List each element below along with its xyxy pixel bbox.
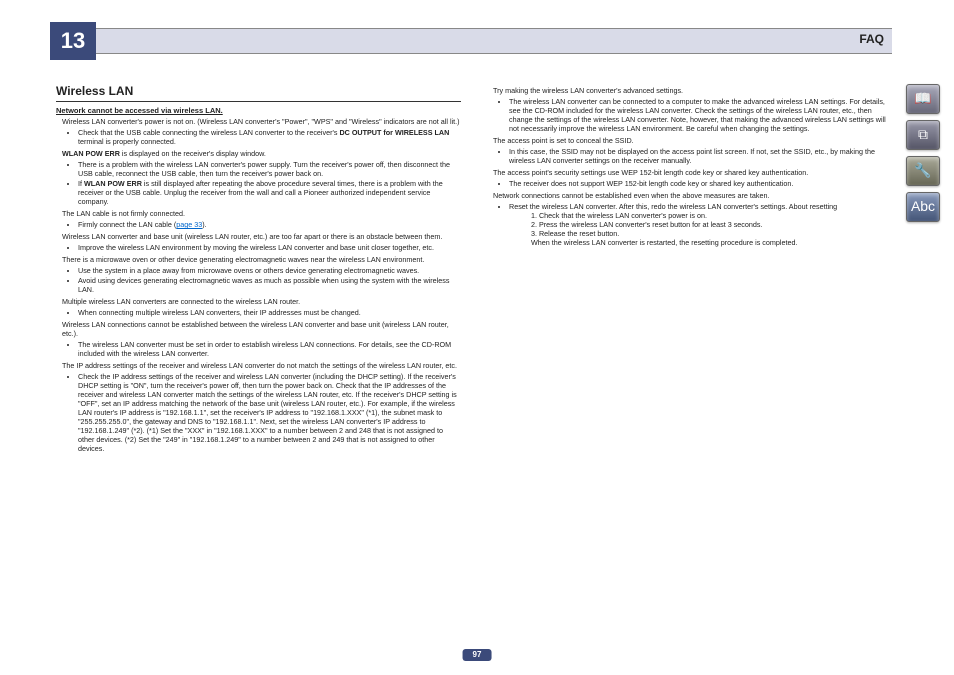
bullet: In this case, the SSID may not be displa… [509,147,892,165]
bullet: Avoid using devices generating electroma… [78,276,461,294]
faq-topic: Network cannot be accessed via wireless … [56,106,461,115]
para: Wireless LAN connections cannot be estab… [62,320,461,338]
bullet: The wireless LAN converter must be set i… [78,340,461,358]
device-icon[interactable]: ⧉ [906,120,940,150]
content: Wireless LAN Network cannot be accessed … [56,84,892,456]
step: 1. Check that the wireless LAN converter… [531,211,892,220]
step: When the wireless LAN converter is resta… [531,238,892,247]
bullet: The receiver does not support WEP 152-bi… [509,179,892,188]
bullet: Reset the wireless LAN converter. After … [509,202,892,247]
bullet: Improve the wireless LAN environment by … [78,243,461,252]
para: Multiple wireless LAN converters are con… [62,297,461,306]
wrench-icon[interactable]: 🔧 [906,156,940,186]
step: 2. Press the wireless LAN converter's re… [531,220,892,229]
para: WLAN POW ERR is displayed on the receive… [62,149,461,158]
bullet: When connecting multiple wireless LAN co… [78,308,461,317]
section-heading: Wireless LAN [56,84,461,102]
page-link[interactable]: page 33 [176,220,202,229]
para: There is a microwave oven or other devic… [62,255,461,264]
header-bar [50,28,892,54]
para: Try making the wireless LAN converter's … [493,86,892,95]
glossary-icon[interactable]: Abc [906,192,940,222]
para: The access point's security settings use… [493,168,892,177]
header-title: FAQ [859,32,884,47]
para: Network connections cannot be establishe… [493,191,892,200]
para: Wireless LAN converter's power is not on… [62,117,461,126]
bullet: Check the IP address settings of the rec… [78,372,461,453]
chapter-number: 13 [50,22,96,60]
bullet: Firmly connect the LAN cable (page 33). [78,220,461,229]
page-number: 97 [463,649,492,661]
para: The IP address settings of the receiver … [62,361,461,370]
side-nav: 📖 ⧉ 🔧 Abc [906,84,940,222]
para: The access point is set to conceal the S… [493,136,892,145]
book-icon[interactable]: 📖 [906,84,940,114]
bullet: The wireless LAN converter can be connec… [509,97,892,133]
bullet: There is a problem with the wireless LAN… [78,160,461,178]
step: 3. Release the reset button. [531,229,892,238]
right-column: Try making the wireless LAN converter's … [487,84,892,456]
bullet: Check that the USB cable connecting the … [78,128,461,146]
para: Wireless LAN converter and base unit (wi… [62,232,461,241]
bullet: Use the system in a place away from micr… [78,266,461,275]
bullet: If WLAN POW ERR is still displayed after… [78,179,461,206]
para: The LAN cable is not firmly connected. [62,209,461,218]
left-column: Wireless LAN Network cannot be accessed … [56,84,461,456]
